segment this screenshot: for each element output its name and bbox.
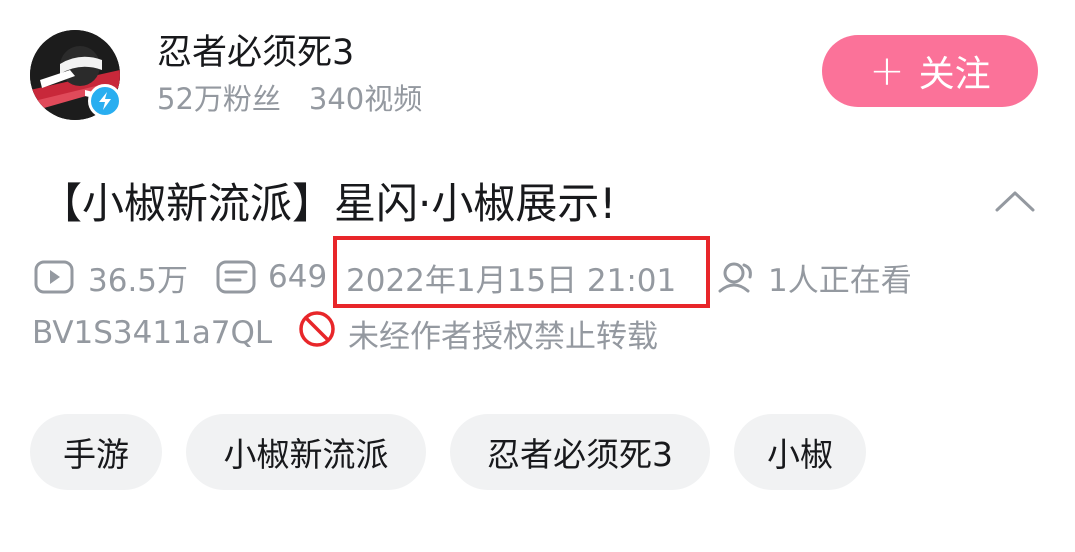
tag-chip[interactable]: 小椒: [734, 414, 866, 490]
tag-chip[interactable]: 小椒新流派: [186, 414, 426, 490]
watching-group: 1人正在看: [716, 253, 912, 301]
copyright-notice: 未经作者授权禁止转载: [348, 318, 658, 355]
uploader-name[interactable]: 忍者必须死3: [157, 31, 354, 75]
plus-icon: +: [869, 46, 905, 95]
bvid[interactable]: BV1S3411a7QL: [32, 308, 272, 358]
verified-badge-icon: [88, 84, 122, 118]
copyright-group: 未经作者授权禁止转载: [298, 308, 658, 358]
watching-count: 1人正在看: [768, 262, 912, 299]
follow-label: 关注: [918, 54, 991, 95]
uploader-stats: 52万粉丝 340视频: [157, 80, 422, 118]
tag-chip[interactable]: 忍者必须死3: [450, 414, 710, 490]
tag-chip[interactable]: 手游: [30, 414, 162, 490]
prohibited-icon: [298, 310, 336, 356]
people-icon: [716, 259, 758, 295]
danmaku-count-group: 649: [216, 253, 327, 301]
view-count: 36.5万: [88, 262, 189, 299]
danmaku-count: 649: [268, 259, 328, 295]
follower-count: 52万粉丝: [157, 82, 281, 116]
follow-button[interactable]: + 关注: [822, 35, 1038, 107]
highlight-box: [333, 236, 710, 308]
video-title: 【小椒新流派】星闪·小椒展示!: [40, 179, 617, 228]
collapse-chevron-icon[interactable]: [993, 180, 1037, 224]
play-icon: [34, 260, 74, 294]
video-count: 340视频: [308, 82, 423, 116]
view-count-group: 36.5万: [34, 253, 188, 301]
danmaku-icon: [216, 260, 256, 294]
